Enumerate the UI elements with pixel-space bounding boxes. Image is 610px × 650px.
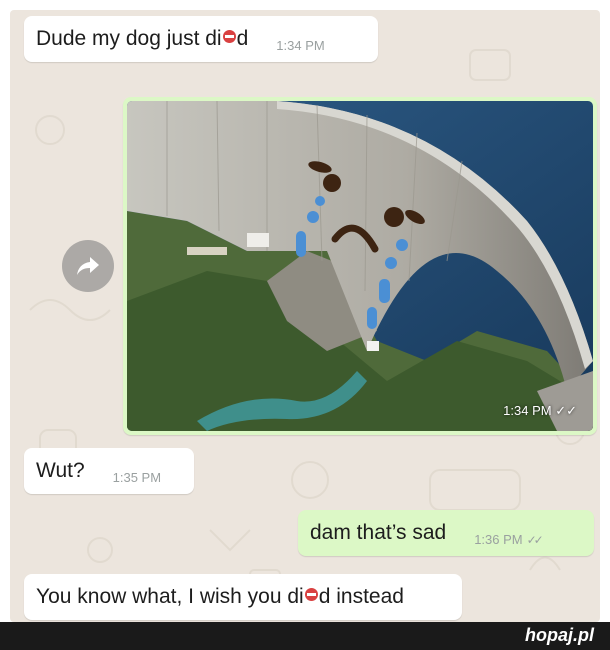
watermark-footer: hopaj.pl — [0, 622, 610, 650]
read-ticks-icon: ✓✓ — [555, 403, 577, 418]
brand-logo[interactable]: hopaj.pl — [525, 625, 594, 646]
message-text: Wut? — [36, 459, 85, 482]
forward-arrow-icon — [77, 257, 99, 275]
chat-area: Dude my dog just di d 1:34 PM 1:34 PM ✓✓… — [10, 10, 600, 622]
forward-button[interactable] — [62, 240, 114, 292]
read-ticks-icon: ✓✓ — [526, 533, 544, 547]
message-image-outgoing[interactable]: 1:34 PM ✓✓ — [123, 97, 597, 435]
message-text: You know what, I wish you di d instead — [36, 585, 404, 608]
image-meta: 1:34 PM ✓✓ — [503, 403, 577, 419]
censor-emoji-icon — [304, 588, 318, 601]
message-time: 1:34 PM — [276, 38, 325, 53]
message-incoming-1[interactable]: Dude my dog just di d 1:34 PM — [24, 16, 378, 62]
message-incoming-2[interactable]: Wut? 1:35 PM — [24, 448, 194, 494]
message-outgoing-1[interactable]: dam that’s sad 1:36 PM ✓✓ — [298, 510, 594, 556]
message-text: Dude my dog just di d — [36, 27, 249, 50]
message-time: 1:36 PM — [474, 532, 523, 547]
dam-photo[interactable]: 1:34 PM ✓✓ — [127, 101, 593, 431]
message-time: 1:34 PM — [503, 403, 552, 418]
censor-emoji-icon — [222, 30, 236, 43]
message-text: dam that’s sad — [310, 521, 447, 544]
dam-photo-illustration — [127, 101, 593, 431]
message-time: 1:35 PM — [112, 470, 162, 485]
message-incoming-3[interactable]: You know what, I wish you di d instead — [24, 574, 462, 620]
